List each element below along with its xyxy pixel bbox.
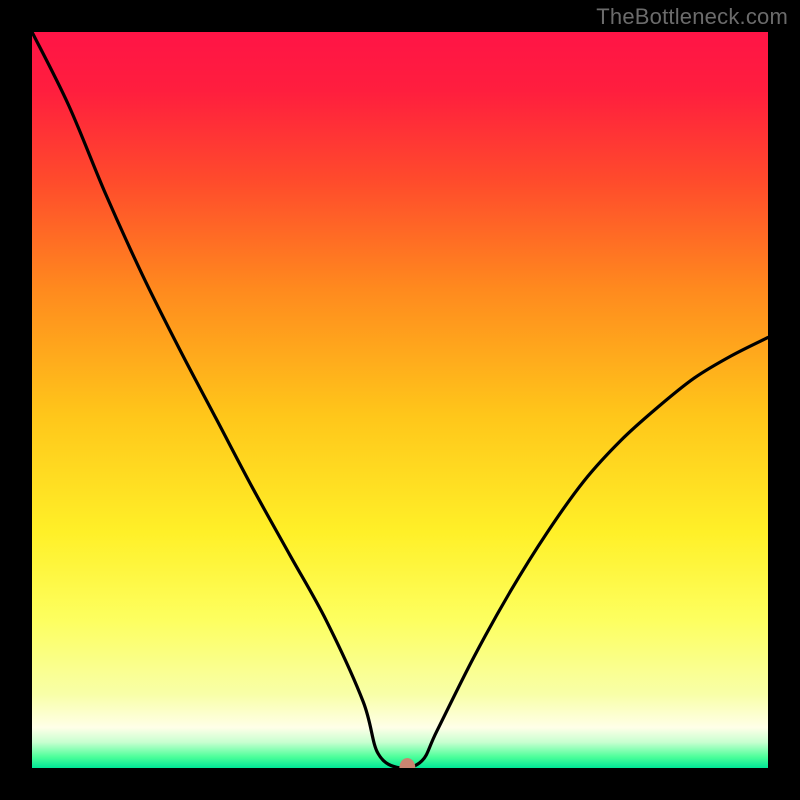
bottleneck-chart xyxy=(32,32,768,768)
plot-area xyxy=(32,32,768,768)
chart-container: TheBottleneck.com xyxy=(0,0,800,800)
watermark-text: TheBottleneck.com xyxy=(596,4,788,30)
gradient-background xyxy=(32,32,768,768)
